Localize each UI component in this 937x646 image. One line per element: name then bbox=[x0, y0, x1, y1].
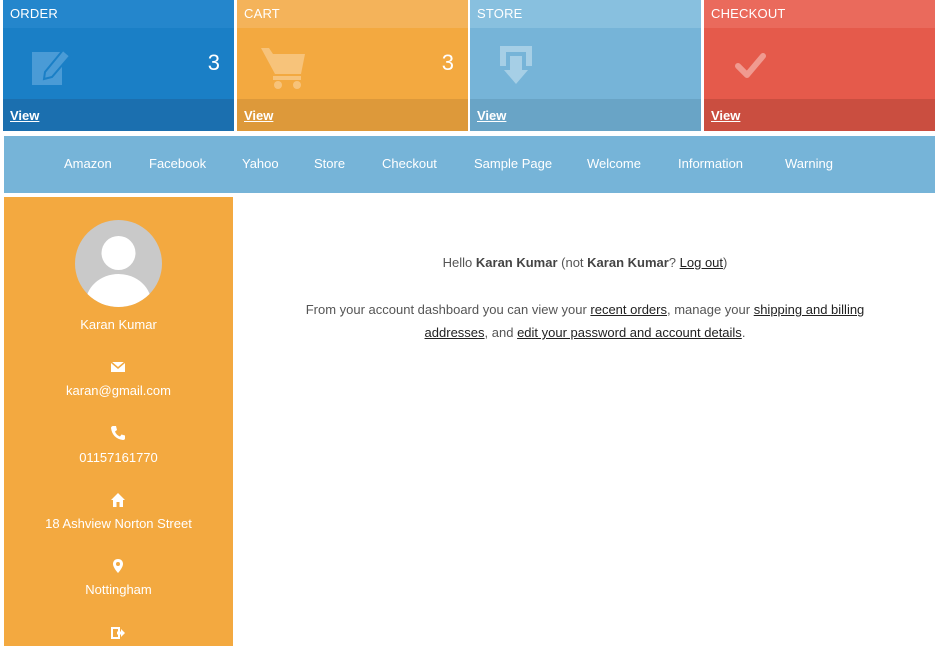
nav-item-yahoo[interactable]: Yahoo bbox=[242, 136, 279, 193]
home-icon bbox=[111, 493, 125, 507]
account-dashboard-content: Hello Karan Kumar (not Karan Kumar? Log … bbox=[233, 197, 937, 646]
edit-icon bbox=[32, 48, 72, 85]
checkmark-icon bbox=[735, 53, 766, 78]
profile-address: 18 Ashview Norton Street bbox=[45, 516, 192, 531]
cart-tile: CART 3 View bbox=[237, 0, 468, 131]
profile-city: Nottingham bbox=[85, 582, 152, 597]
store-tile: STORE View bbox=[470, 0, 701, 131]
nav-item-warning[interactable]: Warning bbox=[785, 136, 833, 193]
profile-phone: 01157161770 bbox=[79, 450, 158, 465]
dashboard-tiles: ORDER 3 View CART 3 View STORE View CHEC… bbox=[0, 0, 937, 131]
nav-item-welcome[interactable]: Welcome bbox=[587, 136, 641, 193]
main-nav: Amazon Facebook Yahoo Store Checkout Sam… bbox=[4, 136, 935, 193]
cart-tile-title: CART bbox=[237, 0, 468, 28]
nav-item-information[interactable]: Information bbox=[678, 136, 743, 193]
recent-orders-link[interactable]: recent orders bbox=[590, 302, 667, 317]
mail-icon bbox=[110, 361, 126, 372]
nav-item-facebook[interactable]: Facebook bbox=[149, 136, 206, 193]
nav-item-store[interactable]: Store bbox=[314, 136, 345, 193]
order-tile-title: ORDER bbox=[3, 0, 234, 28]
order-tile: ORDER 3 View bbox=[3, 0, 234, 131]
phone-icon bbox=[111, 426, 125, 440]
user-silhouette-icon bbox=[85, 236, 152, 307]
order-view-link[interactable]: View bbox=[10, 108, 39, 123]
logout-link[interactable]: Log out bbox=[680, 255, 723, 270]
location-pin-icon bbox=[113, 559, 123, 573]
profile-name: Karan Kumar bbox=[80, 317, 157, 332]
cart-view-link[interactable]: View bbox=[244, 108, 273, 123]
nav-item-sample-page[interactable]: Sample Page bbox=[474, 136, 552, 193]
profile-email: karan@gmail.com bbox=[66, 383, 171, 398]
cart-count: 3 bbox=[441, 50, 454, 75]
dashboard-description: From your account dashboard you can view… bbox=[305, 302, 865, 340]
checkout-tile: CHECKOUT View bbox=[704, 0, 935, 131]
account-details-link[interactable]: edit your password and account details bbox=[517, 325, 742, 340]
checkout-view-link[interactable]: View bbox=[711, 108, 740, 123]
store-view-link[interactable]: View bbox=[477, 108, 506, 123]
nav-item-amazon[interactable]: Amazon bbox=[64, 136, 112, 193]
avatar bbox=[75, 220, 162, 307]
store-tile-title: STORE bbox=[470, 0, 701, 28]
order-count: 3 bbox=[207, 50, 220, 75]
greeting-user-name: Karan Kumar bbox=[475, 255, 558, 270]
logout-icon[interactable] bbox=[110, 625, 126, 641]
greeting-text: Hello Karan Kumar (not Karan Kumar? Log … bbox=[442, 255, 728, 270]
profile-sidebar: Karan Kumar karan@gmail.com 01157161770 … bbox=[4, 197, 233, 646]
store-download-icon bbox=[500, 46, 532, 84]
not-user-name: Karan Kumar bbox=[587, 255, 669, 270]
nav-item-checkout[interactable]: Checkout bbox=[382, 136, 437, 193]
checkout-tile-title: CHECKOUT bbox=[704, 0, 935, 28]
cart-icon bbox=[261, 48, 305, 89]
